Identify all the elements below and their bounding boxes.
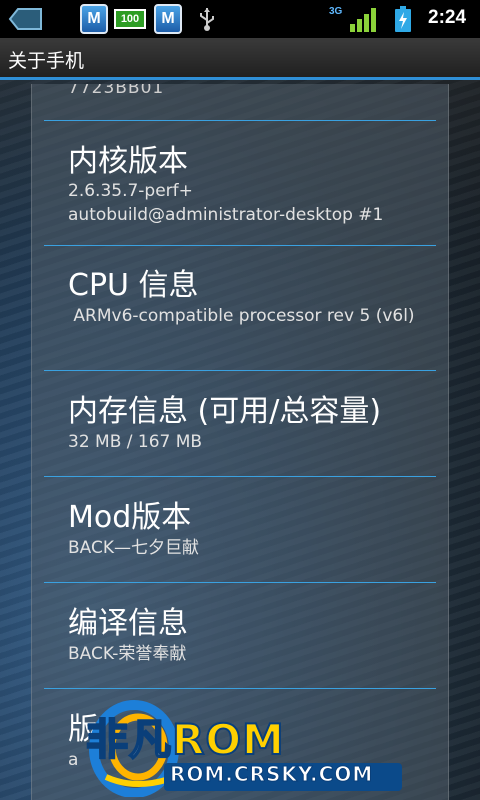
title-bar: 关于手机: [0, 38, 480, 80]
battery-percent-indicator: 100: [114, 9, 146, 29]
list-item-value: ARMv6-compatible processor rev 5 (v6l): [68, 306, 415, 326]
list-item-title: 编译信息: [68, 606, 188, 641]
partial-list-value: 7723BB01: [68, 84, 165, 98]
watermark-url: ROM.CRSKY.COM: [169, 762, 374, 787]
network-type-label: 3G: [329, 6, 343, 17]
list-divider: [44, 688, 436, 689]
battery-charging-icon: [395, 6, 411, 32]
app-notification-icon-2: M: [154, 4, 182, 34]
back-arrow-icon[interactable]: [8, 6, 44, 32]
watermark-brand-rom: ROM: [171, 714, 285, 765]
list-item-title: Mod版本: [68, 500, 192, 535]
list-item-title: 内核版本: [68, 144, 188, 179]
page-title: 关于手机: [8, 50, 85, 72]
list-divider: [44, 245, 436, 246]
app-notification-icon: M: [80, 4, 108, 34]
clock-time: 2:24: [428, 7, 467, 28]
list-divider: [44, 476, 436, 477]
list-divider: [44, 120, 436, 121]
list-divider: [44, 370, 436, 371]
list-item-value: BACK—七夕巨献: [68, 538, 200, 558]
watermark-brand-cn: 非凡: [85, 714, 173, 765]
list-item-title: CPU 信息: [68, 268, 199, 303]
about-phone-list[interactable]: 7723BB01 内核版本 2.6.35.7-perf+ autobuild@a…: [31, 84, 449, 800]
list-item-value: BACK-荣誉奉献: [68, 644, 187, 664]
watermark-brand: 非凡ROM: [85, 706, 285, 767]
usb-icon: [200, 8, 214, 31]
signal-strength-icon: [350, 8, 376, 32]
status-bar: M 100 M 3G 2:24: [0, 0, 480, 38]
list-item-value: 32 MB / 167 MB: [68, 432, 203, 452]
list-item-value: 2.6.35.7-perf+ autobuild@administrator-d…: [68, 181, 384, 225]
list-divider: [44, 582, 436, 583]
list-item-title: 内存信息 (可用/总容量): [68, 394, 382, 429]
